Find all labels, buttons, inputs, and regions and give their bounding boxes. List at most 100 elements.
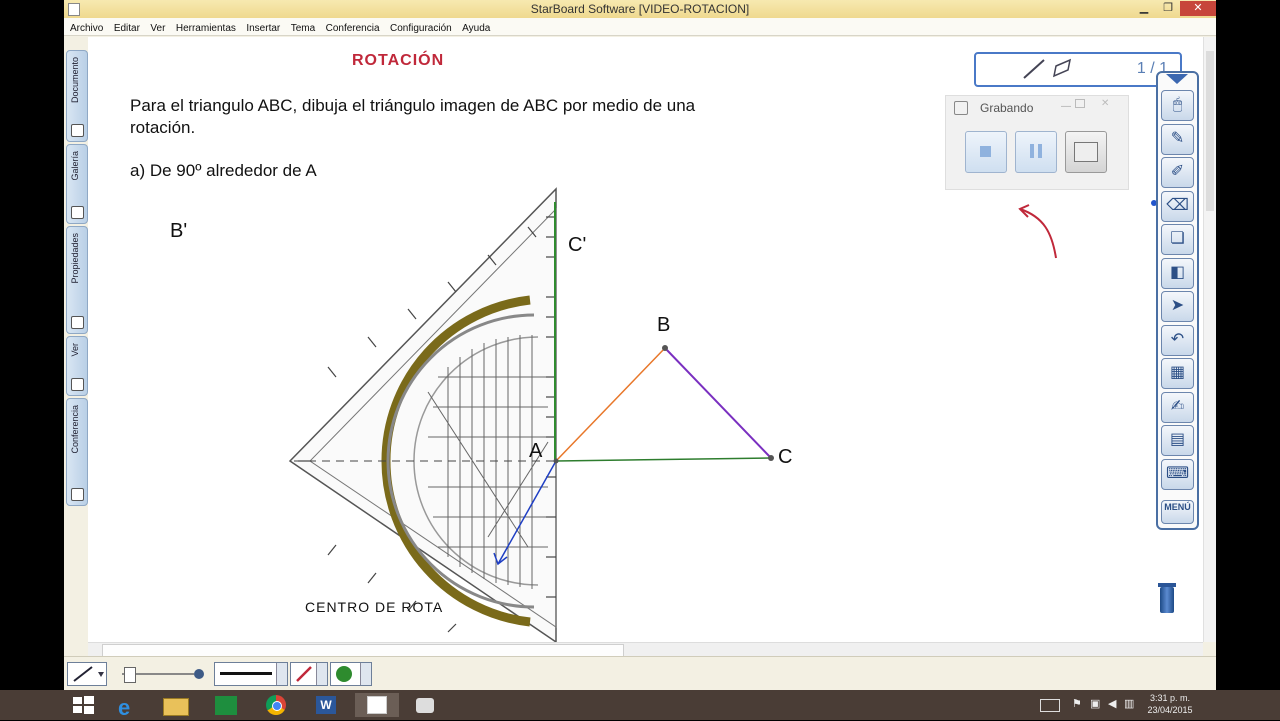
- tool-palette: 🖱 ✎ ✐ ⌫ ❏ ◧ ➤ ↶ ▦ ✍ ▤ ⌨ MENÚ: [1156, 71, 1199, 530]
- menu-insertar[interactable]: Insertar: [246, 20, 280, 37]
- minimize-button[interactable]: ▁: [1132, 1, 1156, 16]
- windows-taskbar: e W ⚑ ▣ ◀ ▥ 3:31 p. m. 23/04/2015: [0, 690, 1280, 720]
- menu-editar[interactable]: Editar: [114, 20, 140, 37]
- restore-button[interactable]: ❐: [1156, 1, 1180, 16]
- recorder-taskbar-icon[interactable]: [410, 693, 440, 717]
- keyboard-icon: ⌨: [1165, 462, 1190, 482]
- menu-ayuda[interactable]: Ayuda: [462, 20, 490, 37]
- screen-capture-button[interactable]: [1065, 131, 1107, 173]
- internet-explorer-icon[interactable]: e: [113, 693, 143, 720]
- left-black-bar: [0, 0, 64, 720]
- side-tabs: Documento Galería Propiedades Ver Confer…: [64, 38, 88, 508]
- pen-color-select[interactable]: [290, 662, 328, 686]
- menu-label: MENÚ: [1164, 502, 1191, 512]
- page-sorter-tool-button[interactable]: ▦: [1161, 358, 1194, 389]
- keyboard-icon[interactable]: [1040, 699, 1060, 712]
- line-tool-button[interactable]: [67, 662, 107, 686]
- line-style-select[interactable]: [214, 662, 288, 686]
- menu-tema[interactable]: Tema: [291, 20, 315, 37]
- whiteboard-tool-button[interactable]: ▤: [1161, 425, 1194, 456]
- stop-button[interactable]: [965, 131, 1007, 173]
- fill-color-select[interactable]: [330, 662, 372, 686]
- shapes-icon: ◧: [1169, 261, 1186, 281]
- starboard-taskbar-icon[interactable]: [355, 693, 399, 717]
- page-navigator: 1 / 1: [974, 52, 1182, 87]
- undo-tool-button[interactable]: ↶: [1161, 324, 1194, 356]
- tab-conferencia[interactable]: Conferencia: [66, 398, 88, 506]
- menu-configuracion[interactable]: Configuración: [390, 20, 452, 37]
- menu-archivo[interactable]: Archivo: [70, 20, 103, 37]
- pause-button[interactable]: [1015, 131, 1057, 173]
- mouse-tool-button[interactable]: 🖱: [1161, 90, 1194, 121]
- file-explorer-icon[interactable]: [160, 693, 190, 717]
- clock-date: 23/04/2015: [1147, 705, 1193, 715]
- highlighter-tool-button[interactable]: ✐: [1161, 157, 1194, 188]
- vscroll-thumb[interactable]: [1206, 51, 1214, 211]
- center-label: CENTRO DE ROTA: [305, 599, 444, 615]
- store-icon[interactable]: [211, 693, 241, 717]
- page-heading: ROTACIÓN: [352, 52, 445, 69]
- menu-ver[interactable]: Ver: [150, 20, 165, 37]
- label-b: B: [657, 314, 671, 336]
- chrome-icon[interactable]: [262, 693, 292, 717]
- network-icon[interactable]: ▣: [1090, 697, 1100, 710]
- menu-bar: Archivo Editar Ver Herramientas Insertar…: [64, 18, 1216, 36]
- recorder-panel: Grabando — ✕: [945, 95, 1129, 190]
- slider-thumb[interactable]: [124, 667, 136, 683]
- tab-propiedades[interactable]: Propiedades: [66, 226, 88, 334]
- segment-bc: [664, 347, 772, 459]
- label-c-prime: C': [568, 234, 587, 256]
- brush-icon: ✍: [1170, 395, 1185, 415]
- eraser-tool-button[interactable]: ⌫: [1161, 190, 1194, 222]
- scroll-up-icon[interactable]: [1166, 74, 1188, 84]
- size-slider[interactable]: [120, 663, 204, 683]
- menu-herramientas[interactable]: Herramientas: [176, 20, 236, 37]
- highlighter-icon: ✐: [1170, 161, 1185, 180]
- tab-documento[interactable]: Documento: [66, 50, 88, 142]
- stop-icon: [980, 146, 991, 157]
- pointer-tool-button[interactable]: ➤: [1161, 291, 1194, 322]
- undo-icon: ↶: [1170, 328, 1185, 348]
- document-icon: [71, 124, 84, 137]
- shapes-tool-button[interactable]: ◧: [1161, 257, 1194, 289]
- brush-tool-button[interactable]: ✍: [1161, 391, 1194, 423]
- instruction-line-2: rotación.: [130, 118, 196, 137]
- menu-button[interactable]: MENÚ: [1161, 500, 1194, 524]
- volume-icon[interactable]: ◀: [1108, 697, 1116, 710]
- word-icon[interactable]: W: [312, 693, 342, 717]
- layers-tool-button[interactable]: ❏: [1161, 224, 1194, 255]
- pause-icon: [1030, 144, 1034, 158]
- conference-icon: [71, 488, 84, 501]
- recorder-maximize[interactable]: [1075, 99, 1085, 108]
- vertical-scrollbar[interactable]: [1203, 37, 1216, 642]
- clock-time: 3:31 p. m.: [1149, 693, 1191, 703]
- tab-ver[interactable]: Ver: [66, 336, 88, 396]
- clock[interactable]: 3:31 p. m. 23/04/2015: [1140, 692, 1200, 716]
- title-bar: StarBoard Software [VIDEO-ROTACION] ▁ ❐ …: [64, 0, 1216, 19]
- pause-icon-bar: [1038, 144, 1042, 158]
- window-title: StarBoard Software [VIDEO-ROTACION]: [530, 2, 750, 16]
- set-square-protractor: [288, 187, 557, 642]
- menu-conferencia[interactable]: Conferencia: [326, 20, 380, 37]
- recorder-minimize[interactable]: —: [1061, 101, 1071, 112]
- segment-ac: [555, 457, 772, 462]
- language-icon[interactable]: ▥: [1124, 697, 1134, 710]
- label-a: A: [529, 440, 543, 462]
- screen-icon: [1074, 142, 1098, 162]
- pen-mode-icon[interactable]: [1016, 54, 1076, 85]
- page-sorter-icon: ▦: [1169, 362, 1186, 381]
- point-c: [768, 455, 774, 461]
- start-button[interactable]: [70, 693, 100, 717]
- pen-tool-button[interactable]: ✎: [1161, 123, 1194, 155]
- keyboard-tool-button[interactable]: ⌨: [1161, 458, 1194, 490]
- red-arrow-annotation: [1019, 208, 1057, 259]
- close-button[interactable]: ✕: [1180, 1, 1216, 16]
- trash-icon[interactable]: [1157, 581, 1177, 615]
- mouse-icon: 🖱: [1172, 94, 1183, 113]
- segment-ab: [555, 347, 666, 462]
- recorder-close[interactable]: ✕: [1101, 98, 1109, 109]
- flag-icon[interactable]: ⚑: [1072, 697, 1082, 710]
- properties-icon: [71, 316, 84, 329]
- horizontal-scrollbar[interactable]: [88, 642, 1203, 657]
- tab-galeria[interactable]: Galería: [66, 144, 88, 224]
